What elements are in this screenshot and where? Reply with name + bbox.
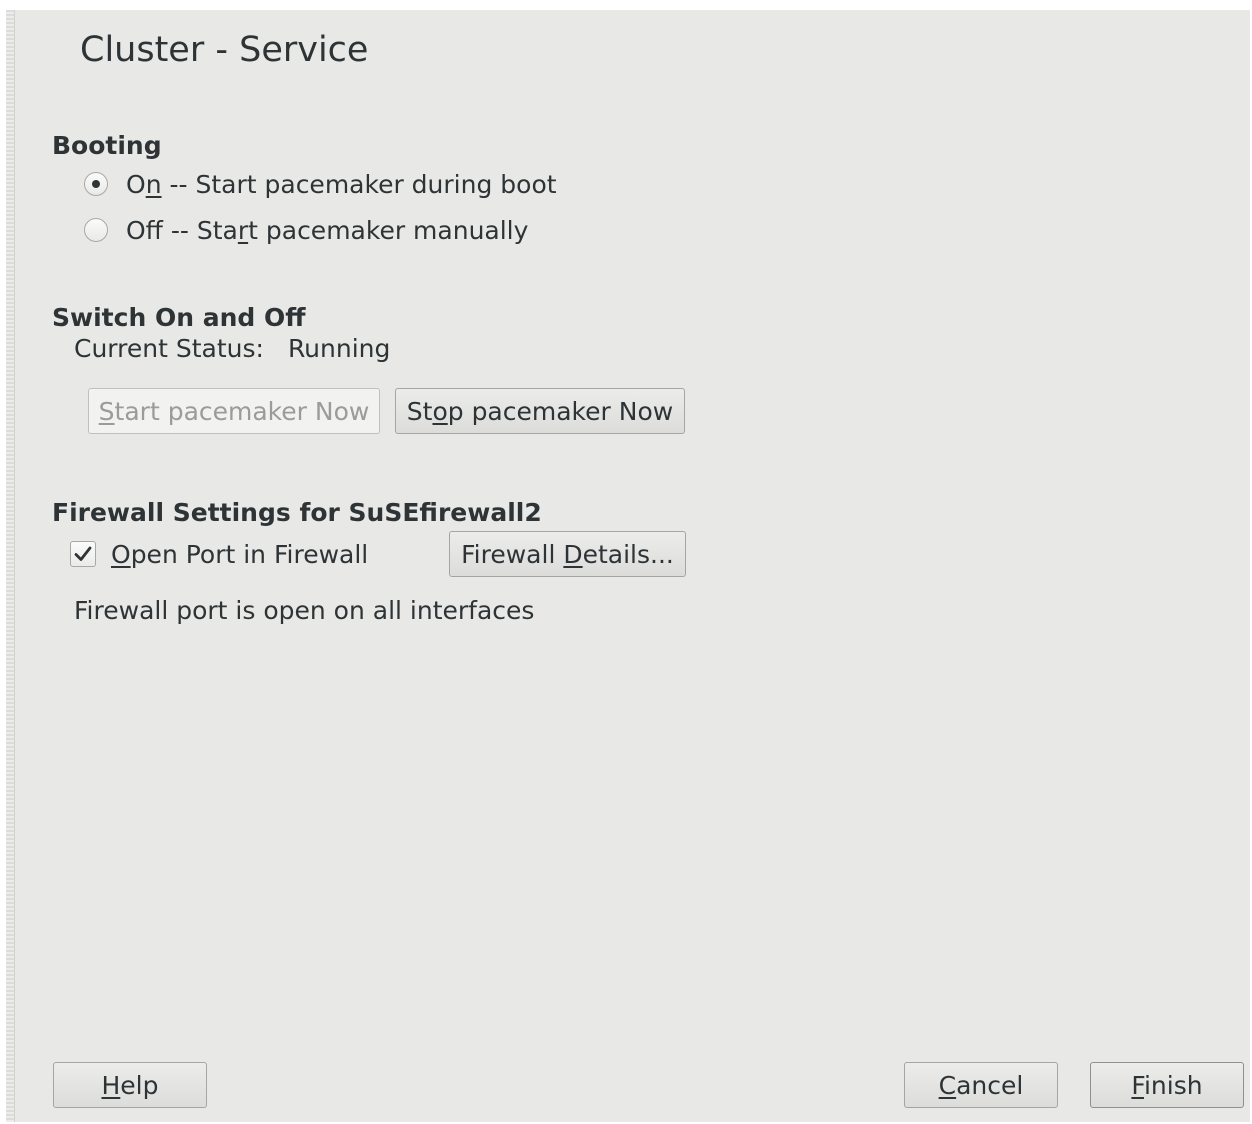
- firewall-details-button[interactable]: Firewall Details...: [449, 531, 686, 577]
- boot-off-radio[interactable]: Off -- Start pacemaker manually: [84, 214, 528, 246]
- firewall-heading: Firewall Settings for SuSEfirewall2: [52, 498, 542, 527]
- start-pacemaker-label: Start pacemaker Now: [98, 396, 370, 426]
- checkbox-checked[interactable]: [70, 541, 96, 567]
- status-label: Current Status:: [74, 334, 264, 363]
- firewall-info-text: Firewall port is open on all interfaces: [74, 596, 535, 625]
- stop-pacemaker-label: Stop pacemaker Now: [406, 396, 674, 426]
- cancel-button[interactable]: Cancel: [904, 1062, 1058, 1108]
- radio-checked-icon[interactable]: [84, 172, 108, 196]
- open-port-checkbox-row[interactable]: Open Port in Firewall: [70, 537, 368, 571]
- stop-pacemaker-button[interactable]: Stop pacemaker Now: [395, 388, 685, 434]
- cancel-label: Cancel: [938, 1070, 1024, 1100]
- help-button[interactable]: Help: [53, 1062, 207, 1108]
- help-label: Help: [101, 1070, 159, 1100]
- booting-heading: Booting: [52, 131, 162, 160]
- yast-dialog-window: Cluster - Service Booting On -- Start pa…: [6, 10, 1250, 1122]
- open-port-label: Open Port in Firewall: [111, 539, 369, 569]
- firewall-details-label: Firewall Details...: [461, 539, 674, 569]
- status-value: Running: [287, 334, 391, 363]
- boot-off-label: Off -- Start pacemaker manually: [126, 215, 529, 245]
- finish-label: Finish: [1131, 1070, 1203, 1100]
- checkmark-icon: [74, 546, 92, 561]
- radio-unchecked-icon[interactable]: [84, 218, 108, 242]
- boot-on-radio[interactable]: On -- Start pacemaker during boot: [84, 168, 557, 200]
- boot-on-label: On -- Start pacemaker during boot: [126, 169, 557, 199]
- switch-heading: Switch On and Off: [52, 303, 306, 332]
- start-pacemaker-button[interactable]: Start pacemaker Now: [88, 388, 380, 434]
- page-title: Cluster - Service: [80, 30, 369, 70]
- finish-button[interactable]: Finish: [1090, 1062, 1244, 1108]
- window-left-edge: [6, 10, 15, 1122]
- current-status-row: Current Status: Running: [74, 334, 390, 363]
